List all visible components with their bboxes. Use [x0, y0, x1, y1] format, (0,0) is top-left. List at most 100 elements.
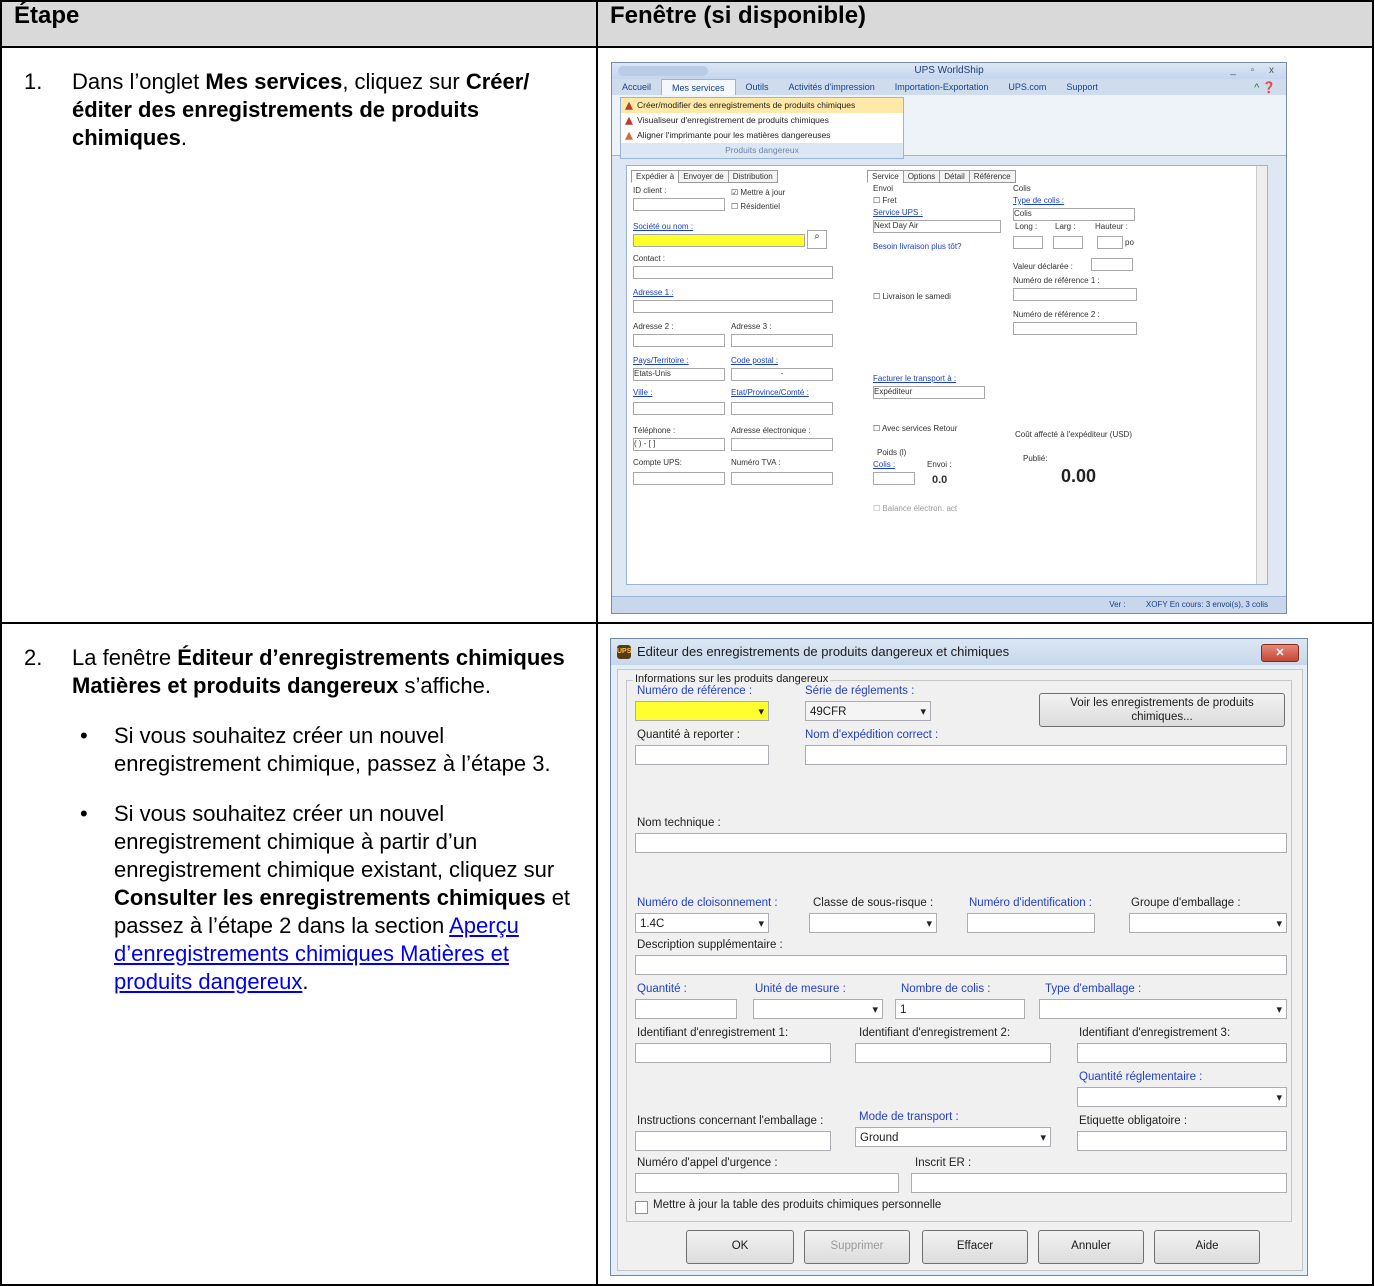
help-icon[interactable]: ^ ❓: [1254, 81, 1276, 94]
aide-button[interactable]: Aide: [1154, 1230, 1260, 1264]
service-select[interactable]: Next Day Air: [873, 220, 1001, 233]
tab-detail[interactable]: Détail: [939, 170, 970, 183]
num-cloison-select[interactable]: 1.4C: [635, 913, 769, 934]
vertical-scrollbar[interactable]: [1256, 166, 1267, 584]
view-records-button[interactable]: Voir les enregistrements de produits chi…: [1039, 693, 1285, 727]
adresse2-field[interactable]: [633, 334, 725, 347]
etiquette-field[interactable]: [1077, 1131, 1287, 1151]
nom-technique-field[interactable]: [635, 833, 1287, 853]
num-ident-field[interactable]: [967, 913, 1095, 933]
header-window: Fenêtre (si disponible): [596, 0, 1374, 48]
checkbox-fret[interactable]: ☐ Fret: [873, 196, 897, 205]
mode-transport-select[interactable]: Ground: [855, 1127, 1051, 1148]
quantite-reporter-field[interactable]: [635, 745, 769, 765]
adresse3-field[interactable]: [731, 334, 833, 347]
tab-support[interactable]: Support: [1056, 79, 1108, 95]
step-row-2: 2. La fenêtre Éditeur d’enregistrements c…: [0, 622, 1374, 1286]
menu-item-align-printer[interactable]: Aligner l'imprimante pour les matières d…: [621, 128, 903, 143]
hauteur-field[interactable]: [1097, 236, 1123, 249]
group-title: Informations sur les produits dangereux: [633, 673, 831, 685]
inscrit-er-field[interactable]: [911, 1173, 1287, 1193]
checkbox-balance[interactable]: ☐ Balance électron. act: [873, 504, 957, 513]
tab-ups-com[interactable]: UPS.com: [998, 79, 1056, 95]
serie-select[interactable]: 49CFR: [805, 701, 931, 722]
label-hauteur: Hauteur :: [1095, 222, 1128, 231]
contact-field[interactable]: [633, 266, 833, 279]
tab-outils[interactable]: Outils: [736, 79, 779, 95]
email-field[interactable]: [731, 438, 833, 451]
status-info: XOFY En cours: 3 envoi(s), 3 colis: [1145, 600, 1268, 609]
code-postal-field[interactable]: -: [731, 368, 833, 381]
quantite-field[interactable]: [635, 999, 737, 1019]
unite-select[interactable]: [753, 999, 883, 1020]
nom-expedition-field[interactable]: [805, 745, 1287, 765]
label-colis-poids: Colis :: [873, 460, 896, 469]
ref1-field[interactable]: [1013, 288, 1137, 301]
instructions-field[interactable]: [635, 1131, 831, 1151]
search-icon[interactable]: ⌕: [807, 230, 827, 249]
besoin-link[interactable]: Besoin livraison plus tôt?: [873, 242, 962, 251]
telephone-field[interactable]: ( ) - [ ]: [633, 438, 725, 451]
tab-service[interactable]: Service: [867, 170, 904, 183]
nb-colis-field[interactable]: 1: [895, 999, 1025, 1019]
num-urgence-field[interactable]: [635, 1173, 899, 1193]
ribbon-tabs: Accueil Mes services Outils Activités d'…: [612, 79, 1286, 95]
tab-accueil[interactable]: Accueil: [612, 79, 661, 95]
pays-select[interactable]: Etats-Unis: [633, 368, 725, 381]
societe-field[interactable]: [633, 234, 805, 247]
menu-item-view-chemical[interactable]: Visualiseur d'enregistrement de produits…: [621, 113, 903, 128]
checkbox-residentiel[interactable]: ☐ Résidentiel: [731, 202, 780, 211]
colis-weight-field[interactable]: [873, 472, 915, 485]
ident1-field[interactable]: [635, 1043, 831, 1063]
type-emb-select[interactable]: [1039, 999, 1287, 1020]
dangerous-goods-menu: Créer/modifier des enregistrements de pr…: [620, 97, 904, 159]
etat-select[interactable]: [731, 402, 833, 415]
numero-ref-select[interactable]: [635, 701, 769, 722]
tab-distribution[interactable]: Distribution: [727, 170, 778, 183]
tab-envoyer-de[interactable]: Envoyer de: [678, 170, 729, 183]
tab-options[interactable]: Options: [902, 170, 941, 183]
tab-import-export[interactable]: Importation-Exportation: [885, 79, 999, 95]
tab-reference[interactable]: Référence: [968, 170, 1016, 183]
tab-activites[interactable]: Activités d'impression: [779, 79, 885, 95]
label-pays: Pays/Territoire :: [633, 356, 689, 365]
update-table-checkbox[interactable]: [635, 1201, 648, 1214]
supprimer-button[interactable]: Supprimer: [804, 1230, 910, 1264]
valeur-field[interactable]: [1091, 258, 1133, 271]
compte-field[interactable]: [633, 472, 725, 485]
window-controls[interactable]: _ ▫ x: [1230, 63, 1280, 79]
close-button[interactable]: ✕: [1261, 644, 1299, 662]
classe-sous-select[interactable]: [809, 913, 937, 934]
annuler-button[interactable]: Annuler: [1038, 1230, 1144, 1264]
ident2-field[interactable]: [855, 1043, 1051, 1063]
effacer-button[interactable]: Effacer: [922, 1230, 1028, 1264]
text: s’affiche.: [398, 673, 491, 698]
step-row-1: 1. Dans l’onglet Mes services, cliquez su…: [0, 46, 1374, 624]
checkbox-samedi[interactable]: ☐ Livraison le samedi: [873, 292, 951, 301]
facturer-select[interactable]: Expéditeur: [873, 386, 985, 399]
adresse1-field[interactable]: [633, 300, 833, 313]
step-instruction: Dans l’onglet Mes services, cliquez sur …: [72, 68, 572, 152]
menu-item-create-chemical[interactable]: Créer/modifier des enregistrements de pr…: [621, 98, 903, 113]
ok-button[interactable]: OK: [686, 1230, 794, 1264]
tab-mes-services[interactable]: Mes services: [661, 79, 736, 95]
label-adresse1: Adresse 1 :: [633, 288, 674, 297]
long-field[interactable]: [1013, 236, 1043, 249]
qte-regl-select[interactable]: [1077, 1087, 1287, 1108]
checkbox-retour[interactable]: ☐ Avec services Retour: [873, 424, 957, 433]
desc-supp-field[interactable]: [635, 955, 1287, 975]
groupe-emb-select[interactable]: [1129, 913, 1287, 934]
ident3-field[interactable]: [1077, 1043, 1287, 1063]
quick-access-toolbar[interactable]: [618, 66, 708, 76]
ref2-field[interactable]: [1013, 322, 1137, 335]
ville-field[interactable]: [633, 402, 725, 415]
larg-field[interactable]: [1053, 236, 1083, 249]
tab-expedier-a[interactable]: Expédier à: [631, 170, 680, 183]
id-client-field[interactable]: [633, 198, 725, 211]
tva-field[interactable]: [731, 472, 833, 485]
label-update-table: Mettre à jour la table des produits chim…: [653, 1199, 942, 1211]
option-list: Si vous souhaitez créer un nouvel enregi…: [80, 722, 580, 996]
label-adresse2: Adresse 2 :: [633, 322, 674, 331]
checkbox-mettre-a-jour[interactable]: ☑ Mettre à jour: [731, 188, 785, 197]
type-colis-select[interactable]: Colis: [1013, 208, 1135, 221]
